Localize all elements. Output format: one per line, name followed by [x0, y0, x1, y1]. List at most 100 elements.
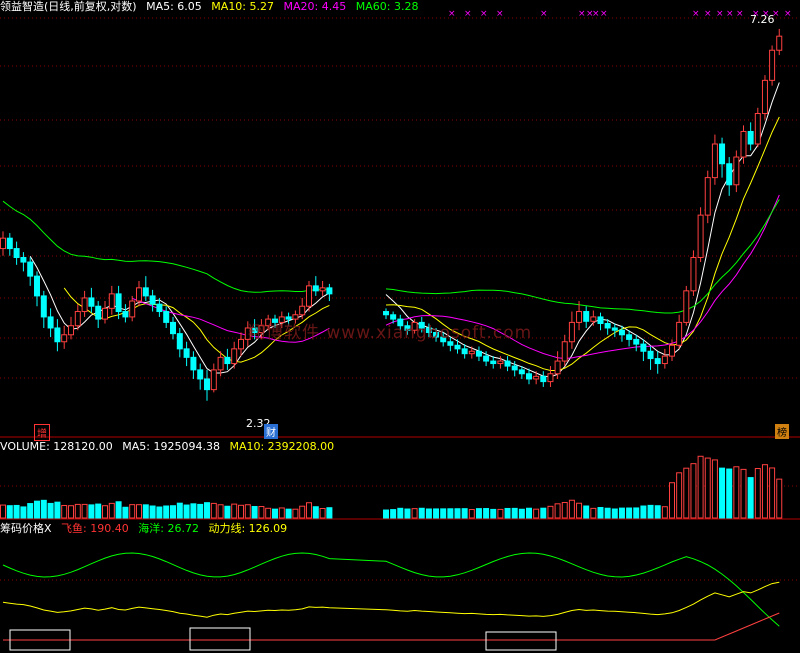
volume-bar: [590, 507, 597, 519]
volume-bar: [776, 478, 783, 519]
volume-bar: [20, 506, 27, 519]
volume-bar: [61, 504, 68, 519]
volume-bar: [676, 472, 683, 519]
volume-bar: [390, 509, 397, 519]
candle-body: [170, 321, 176, 335]
candle-body: [461, 348, 468, 355]
power-line: [2, 581, 780, 618]
top-marker: ×: [480, 9, 488, 19]
candle-body: [561, 341, 568, 362]
volume-bar: [102, 505, 108, 519]
volume-bar: [306, 502, 312, 519]
volume-bar: [6, 505, 13, 519]
volume-bar: [142, 504, 149, 519]
price-header: 领益智造(日线,前复权,对数) MA5: 6.05 MA10: 5.27 MA2…: [0, 0, 424, 14]
volume-bar: [504, 507, 511, 519]
volume-bar: [761, 464, 768, 519]
volume-bar: [754, 468, 761, 519]
top-marker: ×: [784, 9, 792, 19]
volume-bar: [197, 503, 204, 519]
high-price-label: 7.26: [750, 13, 775, 26]
candle-body: [47, 316, 54, 329]
candle-body: [676, 321, 683, 346]
candle-body: [661, 355, 668, 365]
top-markers: × × × × × × ×× × × × × × × × × × ×: [448, 9, 792, 19]
volume-bar: [533, 508, 540, 519]
stock-title: 领益智造(日线,前复权,对数): [0, 0, 137, 13]
volume-bar: [210, 502, 217, 519]
candle-body: [490, 360, 497, 365]
top-marker: ×: [592, 9, 600, 19]
watermark: 翔博软件 www.xiangbosoft.com: [248, 323, 533, 343]
candle-body: [540, 375, 547, 383]
volume-bar: [383, 509, 389, 519]
volume-bar: [690, 463, 697, 519]
candle-body: [6, 237, 13, 250]
top-marker: ×: [540, 9, 548, 19]
candle-body: [504, 360, 511, 367]
volume-bar: [433, 508, 440, 519]
volume-bar: [475, 508, 482, 519]
candle-body: [61, 334, 68, 343]
volume-bar: [526, 507, 532, 519]
candle-body: [711, 143, 718, 179]
volume-bar: [299, 505, 306, 519]
candle-body: [319, 287, 326, 292]
candle-body: [626, 334, 633, 340]
candle-body: [68, 325, 74, 336]
volume-bar: [88, 504, 95, 519]
volume-bar: [547, 505, 554, 519]
indicator-name: 筹码价格X: [0, 522, 52, 535]
volume-bar: [13, 504, 20, 519]
volume-bar: [238, 504, 244, 519]
candle-body: [726, 163, 733, 186]
volume-bar: [319, 508, 326, 519]
ma20-label: MA20: 4.45: [283, 0, 347, 13]
candle-body: [497, 360, 504, 365]
candle-body: [483, 355, 490, 362]
volume-bar: [497, 508, 504, 519]
candle-body: [238, 338, 244, 350]
top-marker: ×: [600, 9, 608, 19]
volume-bar: [576, 502, 583, 519]
candle-body: [204, 378, 210, 391]
volume-bar: [312, 506, 319, 519]
volume-bar: [156, 506, 163, 519]
volume-bar: [719, 467, 726, 519]
candle-body: [611, 327, 618, 331]
candle-body: [533, 375, 540, 380]
volume-bar: [518, 508, 525, 519]
chip-box: [189, 627, 251, 651]
candle-body: [142, 287, 149, 297]
candle-body: [590, 316, 597, 322]
volume-bar: [326, 507, 333, 519]
volume-bar: [129, 504, 136, 519]
volume-bar: [95, 503, 102, 519]
feiyu-line: [3, 612, 780, 641]
volume-bar: [711, 459, 718, 519]
volume-header: VOLUME: 128120.00 MA5: 1925094.38 MA10: …: [0, 440, 340, 453]
ocean-line: [2, 552, 780, 627]
volume-bar: [54, 501, 61, 519]
candle-body: [163, 311, 170, 323]
volume-bar: [204, 502, 210, 519]
top-marker: ×: [448, 9, 456, 19]
volume-bar: [115, 501, 122, 519]
volume-bar: [425, 508, 432, 519]
candle-body: [34, 275, 40, 297]
volume-bar: [769, 467, 776, 519]
volume-bar: [183, 504, 190, 519]
candle-body: [761, 79, 768, 115]
candle-body: [122, 311, 129, 318]
volume-bar: [224, 505, 231, 519]
top-marker: ×: [496, 9, 504, 19]
candle-body: [704, 177, 711, 216]
candle-body: [210, 369, 217, 391]
candle-body: [719, 143, 726, 165]
volume-bar: [278, 507, 285, 519]
candle-body: [81, 297, 88, 313]
candle-body: [733, 156, 740, 186]
volume-bar: [626, 507, 633, 519]
candle-body: [647, 350, 654, 360]
volume-bar: [404, 508, 411, 519]
